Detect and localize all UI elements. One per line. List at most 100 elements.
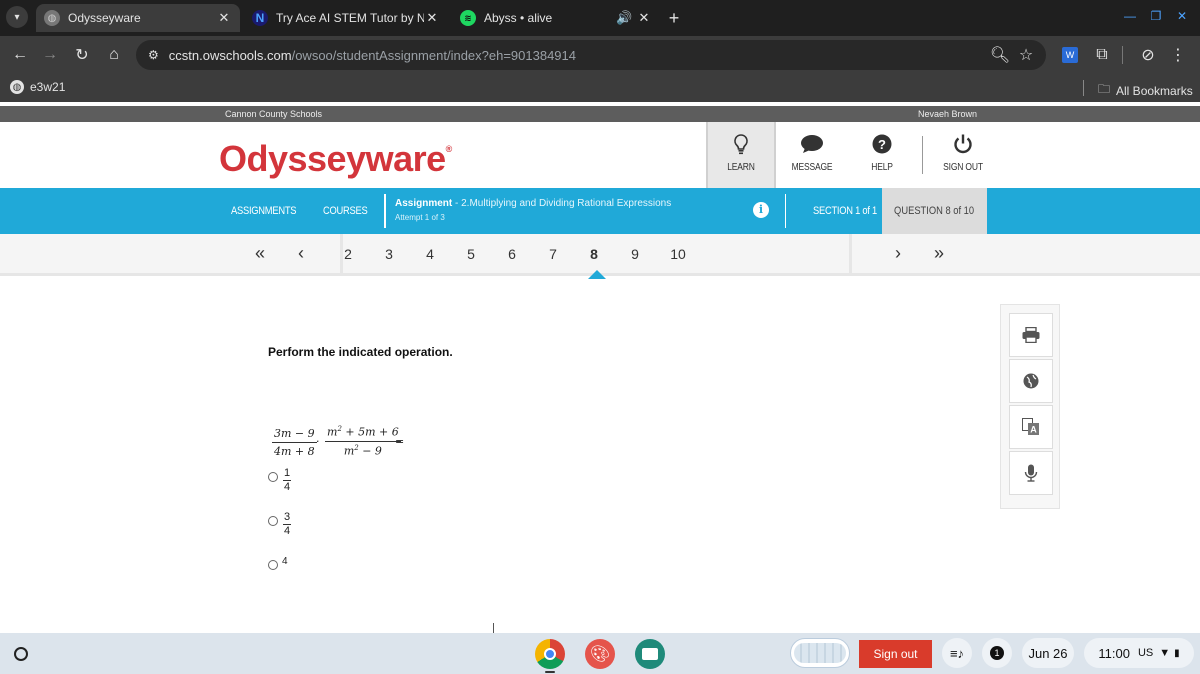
tab-spotify[interactable]: ≋ Abyss • alive 🔊 ✕ — [452, 4, 660, 32]
svg-text:?: ? — [878, 137, 886, 152]
tote-thumbnail[interactable] — [790, 638, 850, 668]
url-text: ccstn.owschools.com/owsoo/studentAssignm… — [168, 47, 577, 63]
assignment-title: Assignment - 2.Multiplying and Dividing … — [395, 198, 672, 209]
site-info-icon[interactable]: ⚙ — [148, 48, 159, 62]
last-page-icon[interactable]: » — [929, 243, 949, 264]
lightbulb-icon — [708, 134, 774, 156]
bookmark-item[interactable]: ◍ e3w21 — [10, 80, 65, 94]
battery-icon: ▮ — [1174, 647, 1180, 659]
multiply-sign: · — [316, 435, 320, 448]
first-page-icon[interactable]: « — [250, 243, 270, 264]
assignment-nav-bar: ASSIGNMENTS COURSES Assignment - 2.Multi… — [0, 188, 1200, 234]
audio-playing-icon[interactable]: 🔊 — [616, 10, 632, 26]
equals-sign: = — [395, 435, 405, 448]
wifi-icon: ▼ — [1159, 647, 1171, 659]
header-divider — [922, 136, 923, 174]
learn-label: LEARN — [727, 162, 755, 173]
page-link-current[interactable]: 8 — [584, 246, 604, 262]
translate-icon[interactable]: A — [1009, 405, 1053, 449]
close-window-icon[interactable]: ✕ — [1170, 4, 1194, 28]
fraction-1: 3m − 9 4m + 8 — [272, 427, 317, 458]
globe-icon: ◍ — [44, 10, 60, 26]
all-bookmarks-label: All Bookmarks — [1116, 83, 1193, 98]
tools-panel: A — [1000, 304, 1060, 509]
microphone-icon[interactable] — [1009, 451, 1053, 495]
current-page-marker — [588, 270, 606, 279]
tab-ace-ai[interactable]: N Try Ace AI STEM Tutor by Num ✕ — [244, 4, 448, 32]
close-tab-icon[interactable]: ✕ — [636, 10, 652, 26]
classroom-app-icon[interactable] — [635, 639, 665, 669]
clock: 11:00 — [1098, 645, 1130, 661]
fraction-2: m2 + 5m + 6 m2 − 9 — [325, 425, 401, 458]
option-radio[interactable] — [268, 560, 278, 570]
home-icon[interactable]: ⌂ — [102, 43, 126, 67]
page-link[interactable]: 3 — [379, 246, 399, 262]
sign-out-button[interactable]: SIGN OUT — [928, 122, 998, 188]
sign-out-shelf-button[interactable]: Sign out — [859, 640, 932, 668]
date-button[interactable]: Jun 26 — [1022, 638, 1074, 668]
minimize-icon[interactable]: — — [1118, 4, 1142, 28]
help-button[interactable]: ? HELP — [847, 122, 917, 188]
new-tab-icon[interactable]: + — [662, 6, 686, 30]
reload-icon[interactable]: ↻ — [70, 43, 94, 67]
option-radio[interactable] — [268, 516, 278, 526]
restore-icon[interactable]: ❐ — [1144, 4, 1168, 28]
translate-globe-icon[interactable] — [1009, 359, 1053, 403]
all-bookmarks-button[interactable]: 🗀 All Bookmarks — [1098, 80, 1193, 101]
close-tab-icon[interactable]: ✕ — [424, 10, 440, 26]
page-link[interactable]: 5 — [461, 246, 481, 262]
menu-icon[interactable]: ⋮ — [1166, 43, 1190, 67]
option-radio[interactable] — [268, 472, 278, 482]
tab-strip: ▾ ◍ Odysseyware ✕ N Try Ace AI STEM Tuto… — [0, 0, 1200, 36]
page-link[interactable]: 4 — [420, 246, 440, 262]
spotify-icon: ≋ — [460, 10, 476, 26]
prev-page-icon[interactable]: ‹ — [291, 243, 311, 264]
text-cursor — [493, 623, 494, 633]
info-icon[interactable]: i — [753, 202, 769, 218]
extensions-puzzle-icon[interactable]: ⧉ — [1090, 43, 1114, 67]
assignments-link[interactable]: ASSIGNMENTS — [231, 188, 308, 234]
forward-icon[interactable]: → — [38, 43, 62, 67]
bookmark-star-icon[interactable]: ☆ — [1014, 43, 1038, 67]
learn-button[interactable]: LEARN — [706, 122, 776, 188]
page-link[interactable]: 2 — [338, 246, 358, 262]
courses-link[interactable]: COURSES — [323, 188, 375, 234]
zoom-icon[interactable]: 🔍︎ — [988, 43, 1012, 67]
media-controls-icon[interactable]: ≡♪ — [942, 638, 972, 668]
sign-out-label: SIGN OUT — [943, 162, 983, 173]
chrome-icon[interactable] — [535, 639, 565, 669]
globe-icon: ◍ — [10, 80, 24, 94]
page-link[interactable]: 9 — [625, 246, 645, 262]
profile-icon[interactable]: ⊘ — [1136, 43, 1160, 67]
extension-icon[interactable]: W — [1058, 43, 1082, 67]
question-prompt: Perform the indicated operation. — [268, 345, 453, 359]
site-header: Odysseyware® LEARN MESSAGE ? HELP SIGN O… — [0, 122, 1200, 188]
next-page-icon[interactable]: › — [888, 243, 908, 264]
page-link[interactable]: 10 — [668, 246, 688, 262]
tab-odysseyware[interactable]: ◍ Odysseyware ✕ — [36, 4, 240, 32]
canvas-app-icon[interactable]: 🎨︎ — [585, 639, 615, 669]
option-fraction: 14 — [283, 467, 292, 493]
launcher-icon[interactable] — [6, 639, 36, 669]
notification-badge[interactable]: 1 — [982, 638, 1012, 668]
tab-search-icon[interactable]: ▾ — [6, 6, 28, 28]
odysseyware-logo[interactable]: Odysseyware® — [219, 138, 452, 180]
back-icon[interactable]: ← — [8, 43, 32, 67]
tab-title: Try Ace AI STEM Tutor by Num — [276, 11, 424, 25]
print-icon[interactable] — [1009, 313, 1053, 357]
section-indicator: SECTION 1 of 1 — [813, 205, 877, 217]
toolbar-divider — [1122, 46, 1123, 64]
option-fraction: 34 — [283, 511, 292, 537]
option-value: 4 — [282, 556, 288, 567]
page-link[interactable]: 7 — [543, 246, 563, 262]
close-tab-icon[interactable]: ✕ — [216, 10, 232, 26]
system-tray[interactable]: 11:00 US ▼ ▮ — [1084, 638, 1194, 668]
message-label: MESSAGE — [791, 162, 833, 173]
page-link[interactable]: 6 — [502, 246, 522, 262]
school-name: Cannon County Schools — [225, 109, 323, 119]
address-bar[interactable]: ⚙ ccstn.owschools.com/owsoo/studentAssig… — [136, 40, 1046, 70]
message-button[interactable]: MESSAGE — [777, 122, 847, 188]
school-strip: Cannon County Schools Nevaeh Brown — [0, 106, 1200, 122]
speech-bubble-icon — [777, 134, 847, 156]
bookmarks-bar: ◍ e3w21 🗀 All Bookmarks — [0, 74, 1200, 102]
